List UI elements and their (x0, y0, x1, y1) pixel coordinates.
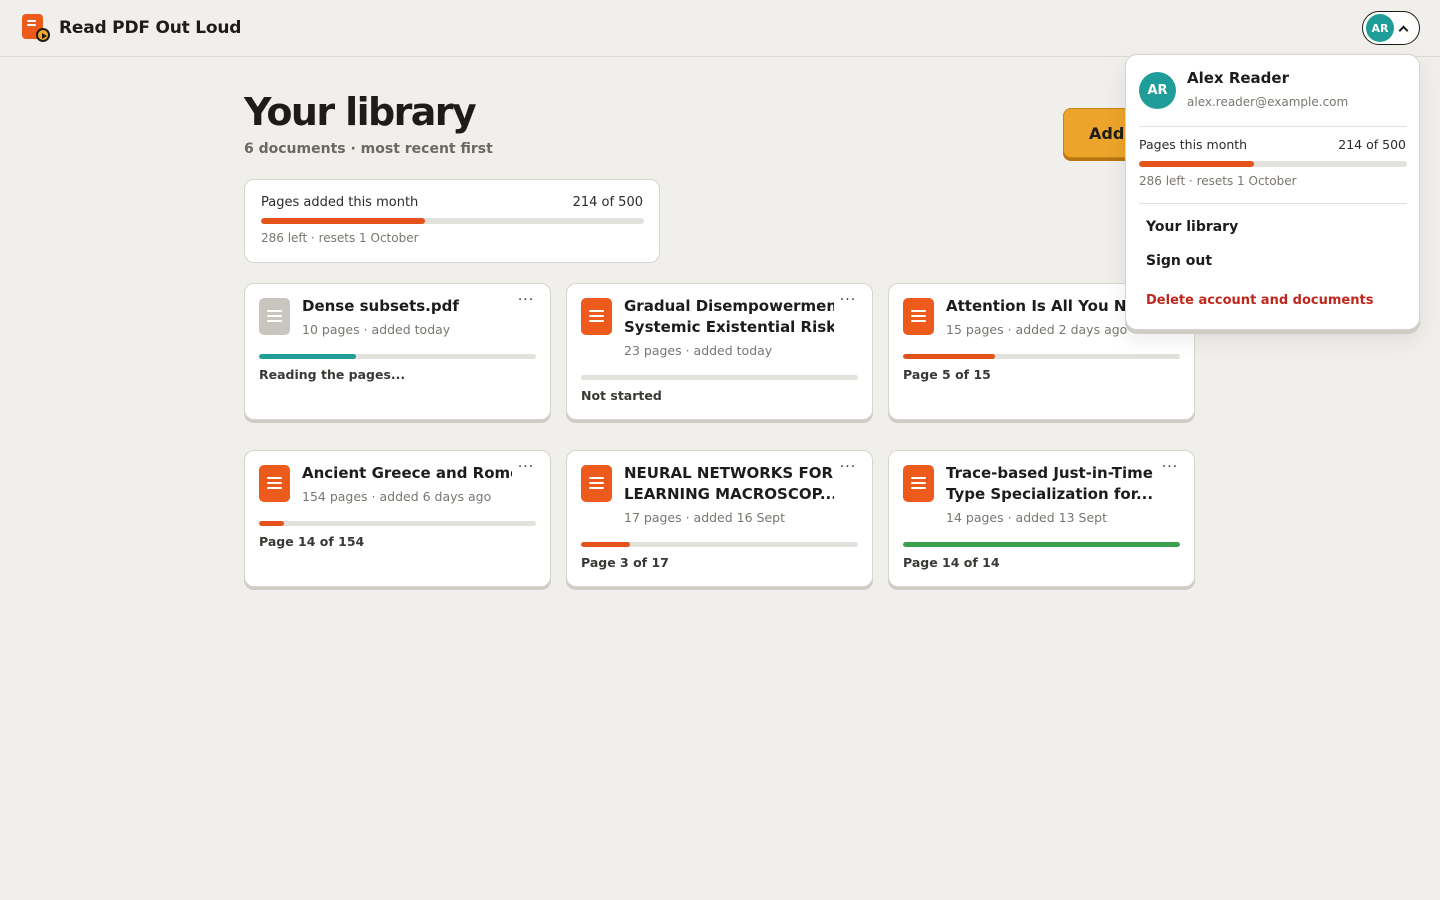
document-card[interactable]: Dense subsets.pdf ··· 10 pages · added tod… (244, 283, 551, 420)
document-card[interactable]: Ancient Greece and Rome ··· 154 pages · ad… (244, 450, 551, 587)
reading-status: Page 5 of 15 (903, 367, 991, 382)
document-card[interactable]: Trace-based Just-in-Time Type Specializat… (888, 450, 1195, 587)
menu-item-your-library[interactable]: Your library (1146, 219, 1238, 235)
menu-quota-note: 286 left · resets 1 October (1139, 174, 1297, 188)
chevron-up-icon (1398, 25, 1409, 35)
document-icon (903, 298, 934, 335)
divider (1139, 203, 1407, 204)
reading-status: Page 14 of 14 (903, 555, 1000, 570)
library-subtitle: 6 documents · most recent first (244, 141, 493, 157)
quota-count: 214 of 500 (572, 195, 643, 210)
document-meta: 14 pages · added 13 Sept (946, 510, 1107, 525)
menu-quota-count: 214 of 500 (1338, 137, 1406, 152)
divider (1139, 126, 1407, 127)
user-email: alex.reader@example.com (1187, 95, 1349, 109)
document-meta: 17 pages · added 16 Sept (624, 510, 785, 525)
quota-progress-bar (261, 218, 644, 224)
monthly-quota-card: Pages added this month 214 of 500 286 le… (244, 179, 660, 263)
reading-progress-fill (259, 521, 285, 526)
document-meta: 10 pages · added today (302, 322, 451, 337)
menu-quota-label: Pages this month (1139, 137, 1248, 152)
page-title: Your library (244, 90, 477, 134)
reading-status: Not started (581, 388, 662, 403)
document-title: Ancient Greece and Rome (302, 464, 512, 482)
document-meta: 23 pages · added today (624, 343, 773, 358)
account-menu-button[interactable]: AR (1362, 11, 1420, 45)
menu-quota-progress-fill (1139, 161, 1254, 167)
more-options-icon[interactable]: ··· (516, 293, 536, 310)
document-icon (581, 298, 612, 335)
reading-progress-bar (903, 354, 1180, 359)
reading-progress-fill (581, 542, 630, 547)
document-card[interactable]: Gradual Disempowerment: Systemic Existent… (566, 283, 873, 420)
document-card[interactable]: NEURAL NETWORKS FOR LEARNING MACROSCOP...… (566, 450, 873, 587)
document-title: NEURAL NETWORKS FOR LEARNING MACROSCOP... (624, 464, 834, 503)
reading-progress-bar (259, 521, 536, 526)
top-bar: Read PDF Out Loud AR (0, 0, 1440, 57)
more-options-icon[interactable]: ··· (516, 460, 536, 477)
avatar: AR (1366, 14, 1394, 42)
quota-progress-fill (261, 218, 425, 224)
document-icon (259, 298, 290, 335)
app-logo-icon (22, 14, 50, 42)
quota-label: Pages added this month (261, 195, 419, 210)
document-title: Trace-based Just-in-Time Type Specializat… (946, 464, 1154, 503)
reading-progress-fill (259, 354, 356, 359)
reading-status: Reading the pages... (259, 367, 406, 382)
reading-progress-fill (903, 354, 996, 359)
more-options-icon[interactable]: ··· (1160, 460, 1180, 477)
reading-progress-bar (581, 375, 858, 380)
document-meta: 154 pages · added 6 days ago (302, 489, 492, 504)
reading-progress-bar (581, 542, 858, 547)
account-dropdown-menu: AR Alex Reader alex.reader@example.com P… (1125, 54, 1420, 330)
reading-status: Page 3 of 17 (581, 555, 669, 570)
avatar: AR (1139, 72, 1176, 109)
more-options-icon[interactable]: ··· (838, 293, 858, 310)
user-name: Alex Reader (1187, 69, 1289, 87)
reading-progress-bar (903, 542, 1180, 547)
more-options-icon[interactable]: ··· (838, 460, 858, 477)
app-name: Read PDF Out Loud (59, 17, 242, 38)
document-icon (581, 465, 612, 502)
document-title: Gradual Disempowerment: Systemic Existent… (624, 297, 834, 336)
reading-progress-fill (903, 542, 1180, 547)
menu-quota-progress-bar (1139, 161, 1407, 167)
document-icon (259, 465, 290, 502)
document-meta: 15 pages · added 2 days ago (946, 322, 1128, 337)
brand[interactable]: Read PDF Out Loud (22, 14, 242, 42)
menu-item-delete-account[interactable]: Delete account and documents (1146, 293, 1373, 308)
quota-note: 286 left · resets 1 October (261, 231, 419, 245)
document-title: Dense subsets.pdf (302, 297, 459, 315)
document-icon (903, 465, 934, 502)
reading-status: Page 14 of 154 (259, 534, 365, 549)
menu-item-sign-out[interactable]: Sign out (1146, 253, 1212, 269)
reading-progress-bar (259, 354, 536, 359)
